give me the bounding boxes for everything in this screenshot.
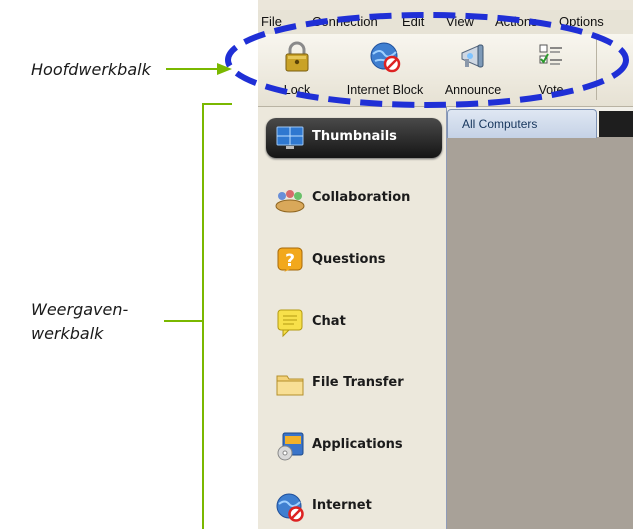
applications-icon [277,432,304,461]
bracket-vertical [202,103,204,529]
svg-text:?: ? [285,251,295,271]
internet-block-button[interactable]: Internet Block [340,34,430,106]
sidebar-item-label: Internet [312,498,372,513]
sidebar-item-collaboration[interactable]: Collaboration [266,179,442,219]
sidebar-item-internet[interactable]: Internet [266,487,442,527]
sidebar-item-label: Thumbnails [312,129,397,144]
tab-all-computers[interactable]: All Computers [447,109,597,138]
toolbar-separator [596,38,597,100]
sidebar-item-applications[interactable]: Applications [266,426,442,466]
callout-views-toolbar: Weergaven- werkbalk [31,298,128,346]
bracket-top [202,103,232,105]
thumbnails-icon [276,126,304,149]
callout-line-horizontal [166,68,218,70]
callout-views-toolbar-line2: werkbalk [31,324,104,343]
sidebar-item-chat[interactable]: Chat [266,303,442,343]
callout-arrowhead [217,63,232,75]
app-window: File Connection Edit View Actions Option… [258,0,633,529]
sidebar-item-thumbnails[interactable]: Thumbnails [266,118,442,158]
megaphone-icon [461,44,484,68]
tab-strip-dark-area [599,111,633,137]
collaboration-icon [275,190,305,213]
vote-icon [539,44,562,65]
internet-block-label: Internet Block [346,83,424,97]
vote-button[interactable]: Vote [526,34,576,106]
callout-main-toolbar: Hoofdwerkbalk [31,60,151,79]
menu-edit[interactable]: Edit [402,14,424,29]
announce-button[interactable]: Announce [438,34,508,106]
sidebar-item-questions[interactable]: ? Questions [266,241,442,281]
lock-icon [285,41,309,72]
menu-bar: File Connection Edit View Actions Option… [258,10,633,34]
sidebar-item-file-transfer[interactable]: File Transfer [266,364,442,404]
menu-options[interactable]: Options [559,14,604,29]
questions-icon: ? [277,247,303,272]
sidebar-item-label: Questions [312,252,386,267]
bracket-tick [164,320,202,322]
sidebar-item-label: Applications [312,437,403,452]
tab-strip: All Computers [447,107,633,138]
announce-label: Announce [444,83,502,97]
sidebar-item-label: Collaboration [312,190,411,205]
menu-actions[interactable]: Actions [495,14,538,29]
sidebar-item-label: Chat [312,314,346,329]
main-pane: All Computers [447,107,633,529]
internet-block-icon [370,42,401,73]
internet-icon [276,493,304,522]
main-toolbar: Lock Internet Block Announce Vote [258,34,633,107]
folder-icon [276,375,304,396]
menu-file[interactable]: File [261,14,282,29]
chat-icon [277,309,303,338]
menu-view[interactable]: View [446,14,474,29]
callout-views-toolbar-line1: Weergaven- [31,300,129,319]
lock-label: Lock [283,83,311,97]
vote-label: Vote [538,83,564,97]
sidebar-item-label: File Transfer [312,375,404,390]
views-sidebar: Thumbnails Collaboration ? Questions Cha… [258,107,447,529]
tab-label: All Computers [462,117,538,131]
menu-connection[interactable]: Connection [312,14,378,29]
lock-button[interactable]: Lock [272,34,322,106]
